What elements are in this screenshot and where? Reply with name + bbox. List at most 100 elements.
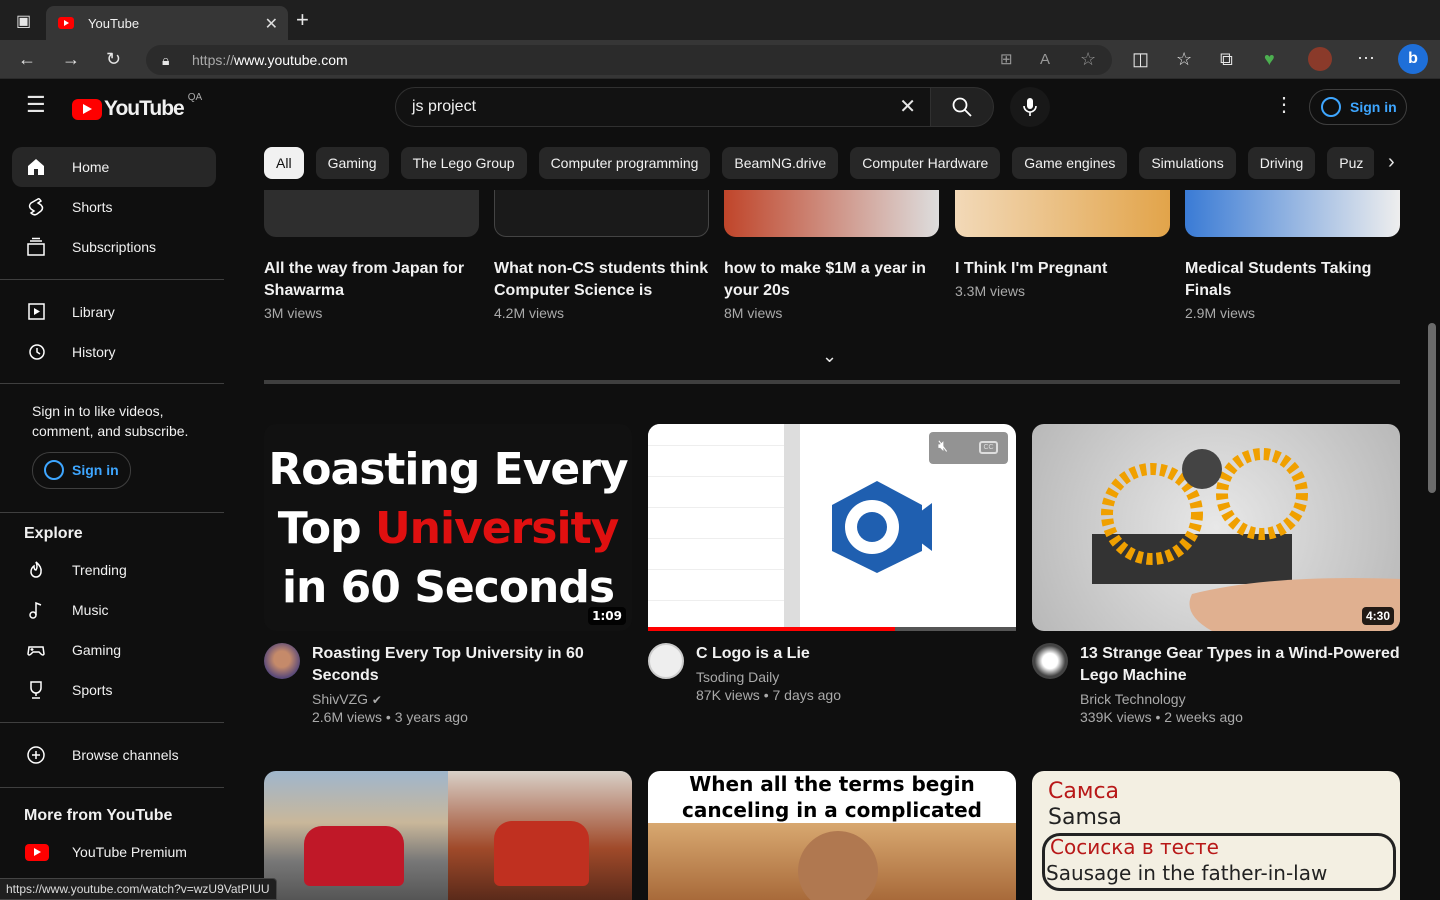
chip-driving[interactable]: Driving — [1247, 147, 1316, 179]
captions-icon[interactable]: CC — [979, 441, 998, 454]
sidebar-item-browse-channels[interactable]: Browse channels — [12, 735, 216, 775]
short-thumbnail[interactable] — [264, 190, 479, 237]
sidebar-item-history[interactable]: History — [12, 332, 216, 372]
chip-lego[interactable]: The Lego Group — [400, 147, 527, 179]
browser-tab[interactable]: YouTube ✕ — [46, 6, 288, 40]
duration-badge: 4:30 — [1361, 607, 1394, 625]
chip-beamng[interactable]: BeamNG.drive — [722, 147, 839, 179]
account-icon — [44, 460, 64, 480]
channel-name[interactable]: ShivVZG ✔ — [312, 691, 632, 707]
expand-shelf-chevron-icon[interactable]: ⌄ — [822, 346, 837, 366]
profile-avatar[interactable] — [1308, 47, 1332, 71]
gaming-icon — [27, 646, 45, 656]
library-icon — [28, 303, 45, 320]
sidebar-divider — [0, 512, 224, 513]
sidebar-item-trending[interactable]: Trending — [12, 550, 216, 590]
chip-computer-hardware[interactable]: Computer Hardware — [850, 147, 1001, 179]
search-input[interactable]: js project ✕ — [395, 87, 931, 127]
favorite-star-icon[interactable]: ☆ — [1080, 49, 1096, 69]
chips-next-chevron-icon[interactable]: › — [1388, 152, 1395, 172]
new-tab-icon[interactable]: + — [296, 9, 309, 31]
video-title[interactable]: 13 Strange Gear Types in a Wind-Powered … — [1080, 643, 1400, 687]
add-circle-icon — [27, 746, 45, 764]
short-title[interactable]: I Think I'm Pregnant — [955, 258, 1170, 280]
short-title[interactable]: how to make $1M a year in your 20s — [724, 258, 939, 302]
video-info: 13 Strange Gear Types in a Wind-Powered … — [1032, 643, 1400, 725]
short-card[interactable]: how to make $1M a year in your 20s 8M vi… — [724, 190, 939, 321]
video-meta: 339K views • 2 weeks ago — [1080, 709, 1243, 725]
short-card[interactable]: Medical Students Taking Finals 2.9M view… — [1185, 190, 1400, 321]
short-title[interactable]: What non-CS students think Computer Scie… — [494, 258, 709, 302]
chip-computer-programming[interactable]: Computer programming — [538, 147, 711, 179]
app-available-icon[interactable]: ⊞ — [1000, 50, 1013, 70]
short-title[interactable]: Medical Students Taking Finals — [1185, 258, 1400, 302]
search-button[interactable] — [930, 87, 994, 127]
tab-close-icon[interactable]: ✕ — [265, 14, 278, 34]
channel-name[interactable]: Tsoding Daily — [696, 669, 1016, 685]
short-thumbnail[interactable] — [494, 190, 709, 237]
sidebar-item-home[interactable]: Home — [12, 147, 216, 187]
video-card[interactable]: 🔇︎ CC C Logo is a Lie Tsoding Daily 87K … — [648, 424, 1016, 703]
sidebar-item-music[interactable]: Music — [12, 590, 216, 630]
chip-simulations[interactable]: Simulations — [1139, 147, 1236, 179]
video-card[interactable]: 4:30 13 Strange Gear Types in a Wind-Pow… — [1032, 424, 1400, 725]
sign-in-button[interactable]: Sign in — [1309, 89, 1407, 125]
channel-avatar[interactable] — [648, 643, 684, 679]
video-title[interactable]: C Logo is a Lie — [696, 643, 1016, 665]
channel-avatar[interactable] — [1032, 643, 1068, 679]
mute-icon[interactable]: 🔇︎ — [938, 438, 948, 456]
short-thumbnail[interactable] — [955, 190, 1170, 237]
performance-icon[interactable]: ♥ — [1264, 49, 1275, 69]
chip-game-engines[interactable]: Game engines — [1012, 147, 1128, 179]
voice-search-button[interactable] — [1010, 87, 1050, 127]
page-scrollbar[interactable] — [1428, 323, 1436, 493]
sidebar-item-gaming[interactable]: Gaming — [12, 630, 216, 670]
short-card[interactable]: What non-CS students think Computer Scie… — [494, 190, 709, 321]
url-field[interactable]: 🔒︎ https://www.youtube.com — [146, 45, 1112, 75]
duration-badge: 1:09 — [588, 607, 626, 625]
tab-actions-icon[interactable]: ▣ — [16, 12, 31, 32]
collections-icon[interactable]: ⧉ — [1220, 49, 1233, 69]
read-aloud-icon[interactable]: A — [1040, 50, 1050, 70]
video-thumbnail[interactable]: 4:30 — [1032, 424, 1400, 631]
sidebar-sign-in-button[interactable]: Sign in — [32, 452, 131, 489]
sidebar-item-subscriptions[interactable]: Subscriptions — [12, 227, 216, 267]
chip-all[interactable]: All — [264, 147, 304, 179]
bing-icon[interactable]: b — [1398, 44, 1428, 74]
channel-name[interactable]: Brick Technology — [1080, 691, 1400, 707]
sidebar-divider — [0, 279, 224, 280]
video-thumbnail[interactable]: When all the terms begin canceling in a … — [648, 771, 1016, 900]
short-card[interactable]: All the way from Japan for Shawarma 3M v… — [264, 190, 479, 321]
region-code: QA — [187, 91, 203, 103]
video-card[interactable]: Roasting Every Top University in 60 Seco… — [264, 424, 632, 725]
progress-track — [648, 627, 1016, 631]
sidebar-item-sports[interactable]: Sports — [12, 670, 216, 710]
sidebar-item-shorts[interactable]: Shorts — [12, 187, 216, 227]
video-thumbnail[interactable]: 🔇︎ CC — [648, 424, 1016, 631]
chip-gaming[interactable]: Gaming — [315, 147, 389, 179]
split-screen-icon[interactable]: ◫ — [1132, 49, 1149, 69]
channel-avatar[interactable] — [264, 643, 300, 679]
settings-dots-icon[interactable]: ⋮ — [1274, 95, 1294, 115]
chip-puzzle[interactable]: Puz — [1327, 147, 1374, 179]
settings-more-icon[interactable]: ⋯ — [1357, 48, 1375, 68]
video-title[interactable]: Roasting Every Top University in 60 Seco… — [312, 643, 632, 687]
sidebar-item-youtube-premium[interactable]: YouTube Premium — [12, 832, 216, 872]
clear-search-icon[interactable]: ✕ — [899, 97, 916, 117]
reload-icon[interactable]: ↻ — [106, 49, 121, 69]
favorites-icon[interactable]: ☆ — [1176, 49, 1192, 69]
back-icon[interactable]: ← — [18, 49, 36, 69]
sidebar-item-library[interactable]: Library — [12, 292, 216, 332]
video-thumbnail[interactable]: Самса Samsa Сосиска в тесте Sausage in t… — [1032, 771, 1400, 900]
lock-icon[interactable]: 🔒︎ — [162, 50, 169, 70]
menu-icon[interactable]: ☰ — [26, 94, 46, 116]
short-card[interactable]: I Think I'm Pregnant 3.3M views — [955, 190, 1170, 299]
forward-icon[interactable]: → — [62, 49, 80, 69]
short-thumbnail[interactable] — [724, 190, 939, 237]
short-thumbnail[interactable] — [1185, 190, 1400, 237]
video-thumbnail[interactable]: Roasting Every Top University in 60 Seco… — [264, 424, 632, 631]
video-thumbnail[interactable] — [264, 771, 632, 900]
youtube-logo[interactable]: YouTube QA — [72, 92, 202, 121]
short-title[interactable]: All the way from Japan for Shawarma — [264, 258, 479, 302]
video-info: Roasting Every Top University in 60 Seco… — [264, 643, 632, 725]
